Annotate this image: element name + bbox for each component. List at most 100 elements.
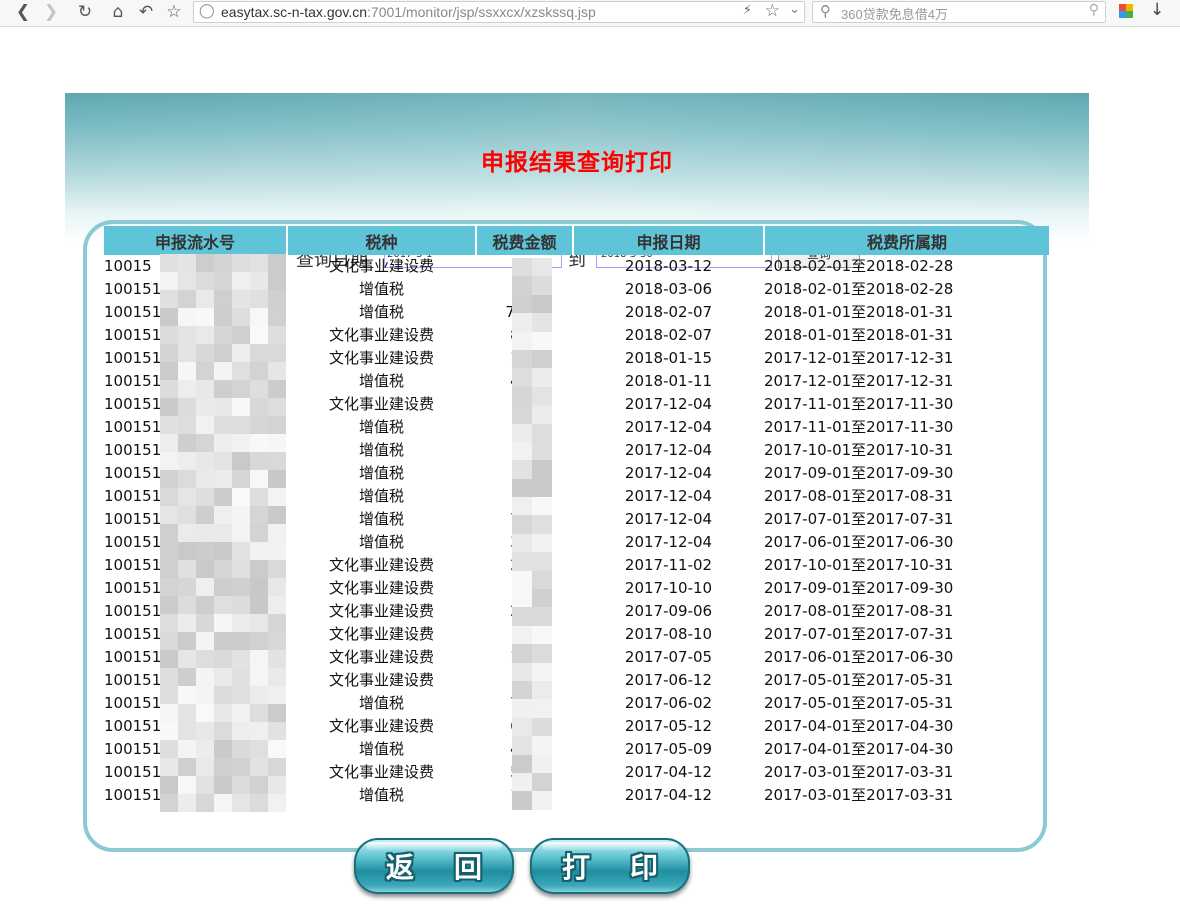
filing-date-cell: 2017-12-04 (624, 487, 713, 505)
button-highlight (366, 842, 502, 850)
tax-period-cell: 2017-06-01至2017-06-30 (764, 648, 954, 666)
filing-date-cell: 2017-12-04 (624, 533, 713, 551)
filing-date-cell: 2017-08-10 (624, 625, 713, 643)
filing-date-cell: 2017-12-04 (624, 418, 713, 436)
tax-period-cell: 2017-07-01至2017-07-31 (764, 510, 954, 528)
filing-date-cell: 2017-04-12 (624, 786, 713, 804)
tax-type-cell: 文化事业建设费 (328, 625, 434, 643)
bookmark-star-icon[interactable]: ☆ (765, 1, 780, 21)
search-box[interactable]: ⚲ 360贷款免息借4万 ⚲ (812, 1, 1106, 23)
tax-period-cell: 2017-11-01至2017-11-30 (764, 395, 954, 413)
filing-date-cell: 2018-01-11 (624, 372, 713, 390)
filing-date-cell: 2017-04-12 (624, 763, 713, 781)
download-icon[interactable]: ↓ (1150, 0, 1164, 20)
button-highlight (542, 842, 678, 850)
tax-type-cell: 文化事业建设费 (328, 648, 434, 666)
tax-period-cell: 2017-07-01至2017-07-31 (764, 625, 954, 643)
filing-date-cell: 2017-06-02 (624, 694, 713, 712)
tax-period-cell: 2017-10-01至2017-10-31 (764, 556, 954, 574)
column-header-serial[interactable]: 申报流水号 (104, 226, 288, 255)
tax-period-cell: 2017-06-01至2017-06-30 (764, 533, 954, 551)
tax-type-cell: 文化事业建设费 (328, 556, 434, 574)
tax-period-cell: 2018-01-01至2018-01-31 (764, 303, 954, 321)
url-text[interactable]: easytax.sc-n-tax.gov.cn:7001/monitor/jsp… (221, 4, 596, 20)
column-header-tax-period[interactable]: 税费所属期 (764, 226, 1049, 255)
undo-icon[interactable]: ↶ (135, 1, 157, 23)
tax-type-cell: 增值税 (358, 487, 404, 505)
favorite-star-icon[interactable]: ☆ (163, 1, 185, 23)
filing-date-cell: 2017-12-04 (624, 464, 713, 482)
shield-icon: ◯ (199, 3, 215, 19)
tax-type-cell: 增值税 (358, 510, 404, 528)
tax-period-cell: 2017-03-01至2017-03-31 (764, 786, 954, 804)
filing-date-cell: 2017-05-12 (624, 717, 713, 735)
tax-type-cell: 增值税 (358, 372, 404, 390)
tax-period-cell: 2017-12-01至2017-12-31 (764, 372, 954, 390)
tax-period-cell: 2017-04-01至2017-04-30 (764, 717, 954, 735)
filing-date-cell: 2017-07-05 (624, 648, 713, 666)
forward-icon[interactable]: ❯ (40, 1, 62, 23)
filing-date-cell: 2018-01-15 (624, 349, 713, 367)
tax-type-cell: 文化事业建设费 (328, 602, 434, 620)
print-button[interactable]: 打印 (530, 838, 690, 894)
tax-period-cell: 2017-05-01至2017-05-31 (764, 694, 954, 712)
chevron-down-icon[interactable]: ⌄ (789, 2, 800, 17)
address-bar[interactable]: ◯ easytax.sc-n-tax.gov.cn:7001/monitor/j… (193, 1, 805, 23)
tax-period-cell: 2017-12-01至2017-12-31 (764, 349, 954, 367)
redaction-mosaic-amount (512, 258, 552, 810)
page-title: 申报结果查询打印 (481, 150, 673, 176)
tax-period-cell: 2018-02-01至2018-02-28 (764, 257, 954, 275)
print-button-label: 打印 (561, 851, 698, 884)
tax-type-cell: 增值税 (358, 418, 404, 436)
filing-date-cell: 2018-02-07 (624, 303, 713, 321)
tax-period-cell: 2017-08-01至2017-08-31 (764, 602, 954, 620)
filing-date-cell: 2018-03-12 (624, 257, 713, 275)
tax-period-cell: 2018-02-01至2018-02-28 (764, 280, 954, 298)
filing-date-cell: 2017-12-04 (624, 510, 713, 528)
home-icon[interactable]: ⌂ (107, 1, 129, 23)
tax-type-cell: 增值税 (358, 694, 404, 712)
filing-date-cell: 2017-09-06 (624, 602, 713, 620)
tax-type-cell: 文化事业建设费 (328, 395, 434, 413)
tax-period-cell: 2017-11-01至2017-11-30 (764, 418, 954, 436)
tax-type-cell: 增值税 (358, 740, 404, 758)
search-icon: ⚲ (820, 2, 831, 20)
table-header-row: 申报流水号 税种 税费金额 申报日期 税费所属期 (104, 226, 1049, 255)
apps-grid-icon[interactable] (1119, 4, 1133, 18)
column-header-amount[interactable]: 税费金额 (476, 226, 574, 255)
search-placeholder[interactable]: 360贷款免息借4万 (841, 4, 948, 23)
tax-type-cell: 文化事业建设费 (328, 257, 434, 275)
filing-date-cell: 2017-12-04 (624, 441, 713, 459)
tax-period-cell: 2017-08-01至2017-08-31 (764, 487, 954, 505)
filing-date-cell: 2018-03-06 (624, 280, 713, 298)
column-header-tax-type[interactable]: 税种 (287, 226, 477, 255)
browser-toolbar: ❮ ❯ ↻ ⌂ ↶ ☆ ◯ easytax.sc-n-tax.gov.cn:70… (0, 0, 1180, 27)
tax-period-cell: 2017-09-01至2017-09-30 (764, 464, 954, 482)
column-header-filing-date[interactable]: 申报日期 (573, 226, 765, 255)
filing-date-cell: 2017-05-09 (624, 740, 713, 758)
reload-icon[interactable]: ↻ (74, 1, 96, 23)
tax-type-cell: 增值税 (358, 441, 404, 459)
tax-period-cell: 2017-03-01至2017-03-31 (764, 763, 954, 781)
back-icon[interactable]: ❮ (12, 1, 34, 23)
back-button-label: 返回 (385, 851, 522, 884)
filing-date-cell: 2017-12-04 (624, 395, 713, 413)
lightning-icon[interactable]: ⚡ (743, 3, 752, 18)
tax-type-cell: 增值税 (358, 280, 404, 298)
filing-date-cell: 2017-11-02 (624, 556, 713, 574)
tax-period-cell: 2017-05-01至2017-05-31 (764, 671, 954, 689)
tax-type-cell: 文化事业建设费 (328, 671, 434, 689)
tax-period-cell: 2017-09-01至2017-09-30 (764, 579, 954, 597)
filing-date-cell: 2017-10-10 (624, 579, 713, 597)
tax-type-cell: 增值税 (358, 303, 404, 321)
tax-type-cell: 文化事业建设费 (328, 326, 434, 344)
filing-date-cell: 2017-06-12 (624, 671, 713, 689)
filing-date-cell: 2018-02-07 (624, 326, 713, 344)
tax-type-cell: 增值税 (358, 533, 404, 551)
tax-type-cell: 增值税 (358, 786, 404, 804)
tax-period-cell: 2017-04-01至2017-04-30 (764, 740, 954, 758)
tax-type-cell: 文化事业建设费 (328, 579, 434, 597)
back-button[interactable]: 返回 (354, 838, 514, 894)
tax-type-cell: 增值税 (358, 464, 404, 482)
search-submit-icon[interactable]: ⚲ (1089, 2, 1099, 18)
